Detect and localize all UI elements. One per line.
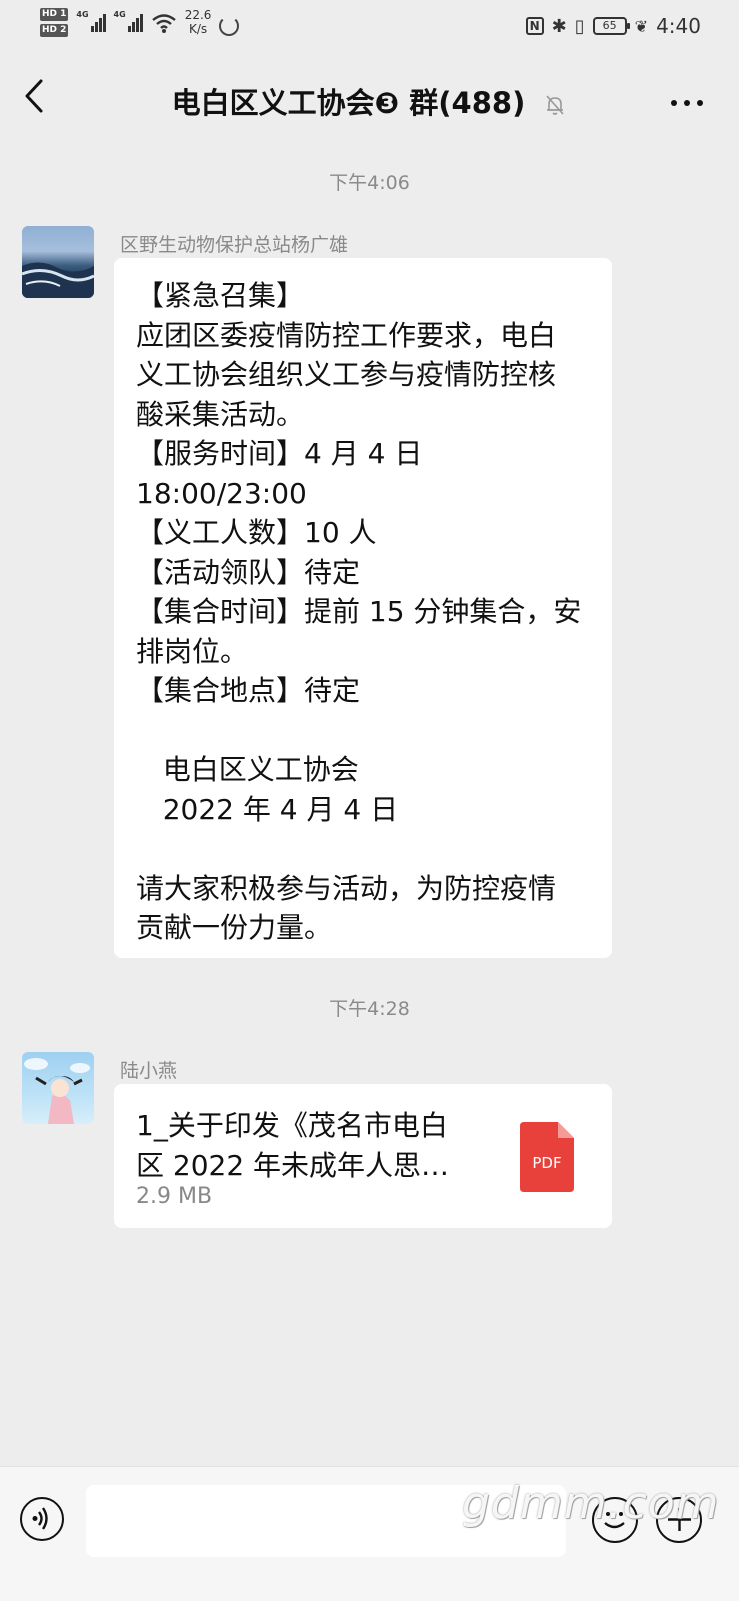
message-input[interactable]: [86, 1485, 566, 1557]
avatar[interactable]: [22, 226, 94, 298]
message-line: 2022 年 4 月 4 日: [136, 792, 399, 826]
hd-indicators: HD 1 HD 2: [40, 8, 69, 37]
hd1-badge: HD 1: [40, 8, 69, 21]
network-type-2: 4G: [113, 10, 126, 19]
bluetooth-icon: ✱: [551, 15, 567, 37]
message-line: 酸采集活动。: [136, 397, 305, 431]
plus-icon: [667, 1508, 691, 1531]
more-icon: [671, 100, 703, 106]
message-line: 请大家积极参与活动，为防控疫情: [136, 871, 557, 905]
message-line: 【集合时间】提前 15 分钟集合，安: [136, 595, 582, 628]
speed-value: 22.6: [184, 8, 212, 22]
emoji-button[interactable]: [592, 1497, 638, 1543]
emoji-icon: [604, 1512, 625, 1529]
time-separator: 下午4:06: [329, 172, 410, 194]
wifi-icon: [151, 14, 176, 33]
avatar-sea-image: [22, 262, 94, 298]
loading-icon: [219, 16, 240, 36]
message-line: 【活动领队】待定: [136, 555, 361, 589]
file-name-line2: 区 2022 年未成年人思…: [136, 1149, 450, 1182]
sender-name: 区野生动物保护总站杨广雄: [120, 234, 349, 256]
message-line: 排岗位。: [136, 634, 249, 668]
chat-title-wrap: 电白区义工协会❸ 群(488): [0, 80, 739, 122]
message-line: 【服务时间】4 月 4 日: [136, 437, 423, 470]
voice-icon: [32, 1507, 48, 1530]
pdf-label: PDF: [532, 1154, 561, 1172]
message-line: 18:00/23:00: [136, 476, 307, 510]
avatar-girl-image: [24, 1058, 90, 1124]
avatar[interactable]: [22, 1052, 94, 1124]
message-line: [136, 711, 590, 751]
message-text: 【紧急召集】应团区委疫情防控工作要求，电白 义工协会组织义工参与疫情防控核 酸采集活…: [114, 258, 612, 966]
message-line: 【集合地点】待定: [136, 674, 361, 707]
pdf-file-icon: PDF: [520, 1122, 574, 1192]
status-right: N ✱ ▯ 65 ❦ 4:40: [525, 14, 701, 38]
message-line: 【义工人数】10 人: [136, 516, 377, 549]
battery-level: 65: [602, 19, 617, 32]
plus-button[interactable]: [656, 1497, 702, 1543]
file-name: 1_关于印发《茂名市电白 区 2022 年未成年人思…: [136, 1106, 486, 1186]
title-bar: 电白区义工协会❸ 群(488): [0, 60, 739, 140]
message-line: 应团区委疫情防控工作要求，电白: [136, 318, 557, 352]
message-line: [136, 829, 590, 869]
more-button[interactable]: [669, 82, 705, 115]
network-speed: 22.6 K/s: [185, 8, 212, 36]
battery-icon: 65: [592, 17, 630, 35]
nfc-icon: N: [525, 17, 544, 35]
status-bar: HD 1 HD 2 4G 4G 22.6 K/s N ✱ ▯ 65 ❦ 4:40: [0, 0, 739, 60]
message-bubble[interactable]: 【紧急召集】应团区委疫情防控工作要求，电白 义工协会组织义工参与疫情防控核 酸采集活…: [114, 258, 612, 958]
leaf-icon: ❦: [634, 16, 649, 36]
chat-title: 电白区义工协会❸ 群(488): [171, 86, 526, 120]
file-size: 2.9 MB: [136, 1184, 213, 1209]
file-message-bubble[interactable]: 1_关于印发《茂名市电白 区 2022 年未成年人思… 2.9 MB PDF: [114, 1084, 612, 1228]
status-left: HD 1 HD 2 4G 4G 22.6 K/s: [40, 8, 240, 37]
signal-icon-2: 4G: [114, 10, 143, 32]
sender-name: 陆小燕: [120, 1060, 178, 1082]
hd2-badge: HD 2: [40, 24, 69, 37]
speed-unit: K/s: [188, 22, 208, 36]
message-line: 贡献一份力量。: [136, 911, 333, 944]
message-line: 【紧急召集】: [136, 279, 305, 312]
message-line: 电白区义工协会: [136, 753, 359, 786]
network-type-1: 4G: [76, 10, 89, 19]
clock: 4:40: [656, 14, 701, 38]
bell-off-icon: [546, 95, 564, 115]
input-bar: [0, 1466, 739, 1601]
file-name-line1: 1_关于印发《茂名市电白: [136, 1109, 448, 1142]
vibrate-icon: ▯: [574, 15, 585, 37]
voice-button[interactable]: [20, 1497, 64, 1541]
message-line: 义工协会组织义工参与疫情防控核: [136, 358, 557, 391]
time-separator: 下午4:28: [329, 998, 410, 1020]
signal-icon-1: 4G: [76, 10, 106, 32]
